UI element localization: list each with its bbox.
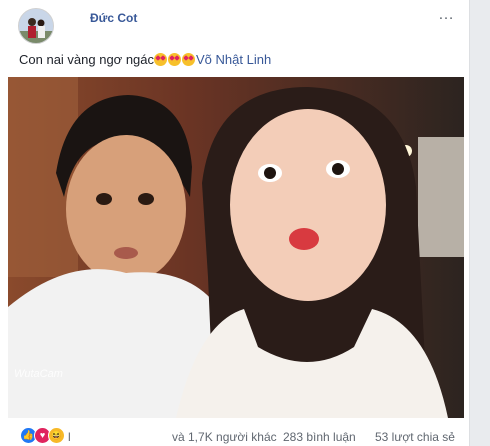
author-name[interactable]: Đức Cot [90,11,137,25]
post-card: Đức Cot … Con nai vàng ngơ ngác Võ Nhật L… [0,0,470,446]
haha-reaction-icon[interactable]: 😆 [48,427,65,444]
reactors-name[interactable]: l [68,430,71,444]
star-struck-emoji-icon [182,53,196,66]
shares-count[interactable]: 53 lượt chia sẻ [375,430,455,444]
star-struck-emoji-icon [168,53,182,66]
selfie-image [8,77,464,418]
post-photo[interactable] [8,77,464,418]
avatar-image [19,9,53,43]
post-footer: 👍 ♥ 😆 l và 1,7K người khác 283 bình luận… [0,424,469,446]
star-struck-emoji-icon [154,53,168,66]
caption-text: Con nai vàng ngơ ngác [19,52,155,67]
camera-watermark: WutaCam [14,368,63,380]
tagged-user-link[interactable]: Võ Nhật Linh [196,52,271,67]
post-caption: Con nai vàng ngơ ngác Võ Nhật Linh [19,52,271,67]
more-options-icon[interactable]: … [438,6,455,24]
reactors-count[interactable]: và 1,7K người khác [172,430,277,444]
author-avatar[interactable] [18,8,54,44]
comments-count[interactable]: 283 bình luận [283,430,356,444]
